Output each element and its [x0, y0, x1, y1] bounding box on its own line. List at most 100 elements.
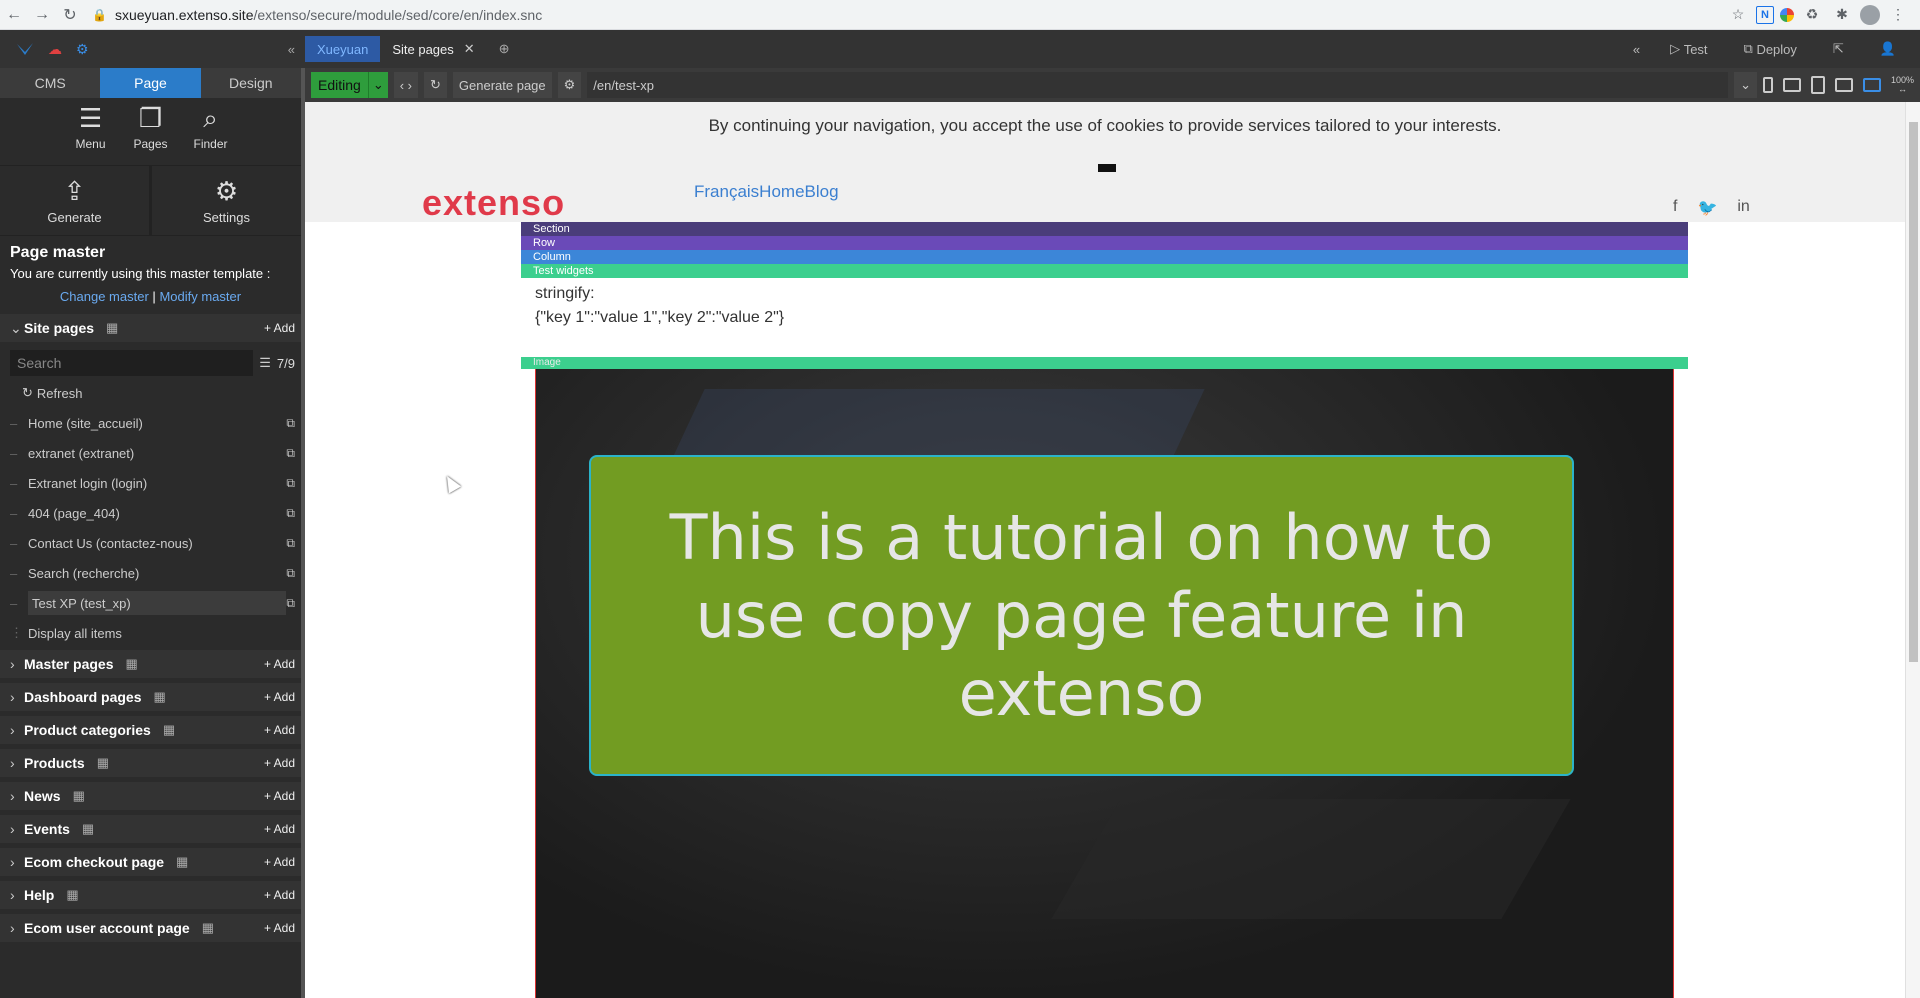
- tab-cms[interactable]: CMS: [0, 68, 100, 98]
- path-dropdown-icon[interactable]: ⌄: [1734, 72, 1757, 98]
- add-button[interactable]: + Add: [264, 657, 295, 671]
- profile-avatar[interactable]: [1860, 4, 1880, 25]
- section-header[interactable]: › Help ▦ + Add: [0, 881, 301, 909]
- add-button[interactable]: + Add: [264, 888, 295, 902]
- list-icon[interactable]: ▦: [163, 722, 175, 738]
- refresh-button[interactable]: ↻ Refresh: [0, 378, 301, 408]
- settings-small-icon[interactable]: ⚙: [76, 41, 89, 58]
- add-button[interactable]: + Add: [264, 789, 295, 803]
- copy-icon[interactable]: ⧉: [286, 506, 295, 521]
- list-item[interactable]: – Contact Us (contactez-nous) ⧉: [0, 528, 301, 558]
- add-button[interactable]: + Add: [264, 321, 295, 335]
- settings-button[interactable]: ⚙ Settings: [152, 166, 301, 235]
- site-nav[interactable]: FrançaisHomeBlog: [694, 182, 839, 202]
- section-label[interactable]: Section: [521, 222, 1688, 236]
- page-path-field[interactable]: /en/test-xp: [587, 72, 1729, 98]
- deploy-button[interactable]: ⧉ Deploy: [1730, 36, 1811, 62]
- list-icon[interactable]: ▦: [73, 788, 85, 804]
- section-header[interactable]: › Master pages ▦ + Add: [0, 650, 301, 678]
- add-button[interactable]: + Add: [264, 822, 295, 836]
- headline-box[interactable]: This is a tutorial on how to use copy pa…: [589, 455, 1574, 776]
- list-icon[interactable]: ▦: [97, 755, 109, 771]
- section-header[interactable]: › News ▦ + Add: [0, 782, 301, 810]
- tab-page[interactable]: Page: [100, 68, 201, 98]
- add-button[interactable]: + Add: [264, 723, 295, 737]
- editing-dropdown[interactable]: Editing ⌄: [311, 72, 388, 98]
- desktop-view-icon[interactable]: [1862, 78, 1881, 92]
- search-input[interactable]: [10, 350, 254, 376]
- list-icon[interactable]: ▦: [82, 821, 94, 837]
- list-item[interactable]: – extranet (extranet) ⧉: [0, 438, 301, 468]
- facebook-icon[interactable]: f: [1673, 198, 1677, 218]
- list-item[interactable]: – Search (recherche) ⧉: [0, 558, 301, 588]
- mobile-view-icon[interactable]: [1762, 77, 1773, 93]
- list-icon[interactable]: ▦: [153, 689, 165, 705]
- pages-tool-button[interactable]: ❐ Pages: [121, 104, 181, 165]
- section-header[interactable]: › Product categories ▦ + Add: [0, 716, 301, 744]
- user-icon[interactable]: 👤: [1866, 36, 1910, 62]
- add-button[interactable]: + Add: [264, 855, 295, 869]
- tab-xueyuan[interactable]: Xueyuan: [305, 36, 381, 62]
- recycle-icon[interactable]: ♻: [1800, 3, 1824, 27]
- section-header[interactable]: › Ecom user account page ▦ + Add: [0, 914, 301, 942]
- color-extension-icon[interactable]: [1780, 7, 1794, 22]
- tab-design[interactable]: Design: [201, 68, 301, 98]
- close-cookie-button[interactable]: [1098, 164, 1116, 172]
- tablet-view-icon[interactable]: [1810, 76, 1825, 94]
- collapse-sidebar-icon[interactable]: «: [288, 42, 295, 57]
- copy-icon[interactable]: ⧉: [286, 596, 295, 611]
- cloud-icon[interactable]: ☁: [48, 41, 62, 58]
- address-bar[interactable]: 🔒 sxueyuan.extenso.site/extenso/secure/m…: [92, 2, 1726, 28]
- zoom-level[interactable]: 100% ↔: [1891, 76, 1914, 94]
- copy-icon[interactable]: ⧉: [286, 536, 295, 551]
- list-item[interactable]: – Extranet login (login) ⧉: [0, 468, 301, 498]
- modify-master-link[interactable]: Modify master: [159, 289, 241, 304]
- n-extension-icon[interactable]: N: [1756, 5, 1774, 24]
- row-label[interactable]: Row: [521, 236, 1688, 250]
- tab-site-pages[interactable]: Site pages ✕: [380, 36, 486, 62]
- list-icon[interactable]: ▦: [176, 854, 188, 870]
- external-link-icon[interactable]: ⇱: [1819, 36, 1858, 62]
- collapse-right-icon[interactable]: «: [1633, 42, 1640, 57]
- widget-label[interactable]: Test widgets: [521, 264, 1688, 278]
- change-master-link[interactable]: Change master: [60, 289, 149, 304]
- list-item[interactable]: – Test XP (test_xp) ⧉: [0, 588, 301, 618]
- list-icon[interactable]: ▦: [125, 656, 137, 672]
- section-header[interactable]: › Products ▦ + Add: [0, 749, 301, 777]
- list-view-icon[interactable]: ☰: [259, 355, 271, 371]
- list-icon[interactable]: ▦: [106, 320, 118, 336]
- site-logo[interactable]: extenso: [422, 182, 565, 224]
- kebab-menu-icon[interactable]: ⋮: [1886, 3, 1910, 27]
- star-icon[interactable]: ☆: [1726, 3, 1750, 27]
- reload-icon[interactable]: ↻: [56, 1, 84, 29]
- back-icon[interactable]: ←: [0, 1, 28, 29]
- list-icon[interactable]: ▦: [66, 887, 78, 903]
- test-button[interactable]: ▷ Test: [1656, 36, 1721, 62]
- add-tab-icon[interactable]: ⊕: [487, 36, 522, 62]
- test-widget-content[interactable]: stringify: {"key 1":"value 1","key 2":"v…: [521, 278, 1688, 346]
- display-all-items[interactable]: ⋮ Display all items: [0, 618, 301, 648]
- generate-page-button[interactable]: Generate page: [452, 72, 552, 98]
- menu-tool-button[interactable]: ☰ Menu: [61, 104, 121, 165]
- add-button[interactable]: + Add: [264, 921, 295, 935]
- section-header[interactable]: › Ecom checkout page ▦ + Add: [0, 848, 301, 876]
- page-settings-icon[interactable]: ⚙: [557, 72, 582, 98]
- section-site-pages[interactable]: ⌄ Site pages ▦ + Add: [0, 314, 301, 342]
- forward-icon[interactable]: →: [28, 1, 56, 29]
- twitter-icon[interactable]: 🐦: [1697, 198, 1717, 218]
- generate-button[interactable]: ⇪ Generate: [0, 166, 152, 235]
- mobile-landscape-icon[interactable]: [1782, 78, 1801, 92]
- copy-icon[interactable]: ⧉: [286, 446, 295, 461]
- linkedin-icon[interactable]: in: [1737, 198, 1749, 218]
- image-widget[interactable]: Image This is a tutorial on how to use c…: [521, 357, 1688, 998]
- puzzle-icon[interactable]: ✱: [1830, 3, 1854, 27]
- list-item[interactable]: –404 (page_404) ⧉: [0, 498, 301, 528]
- canvas-scrollbar[interactable]: [1905, 102, 1920, 998]
- finder-tool-button[interactable]: ⌕ Finder: [181, 104, 241, 165]
- copy-icon[interactable]: ⧉: [286, 416, 295, 431]
- scroll-thumb[interactable]: [1909, 122, 1918, 662]
- section-header[interactable]: › Events ▦ + Add: [0, 815, 301, 843]
- list-item[interactable]: – Home (site_accueil) ⧉: [0, 408, 301, 438]
- chevron-down-icon[interactable]: ⌄: [367, 72, 388, 98]
- close-icon[interactable]: ✕: [464, 41, 475, 57]
